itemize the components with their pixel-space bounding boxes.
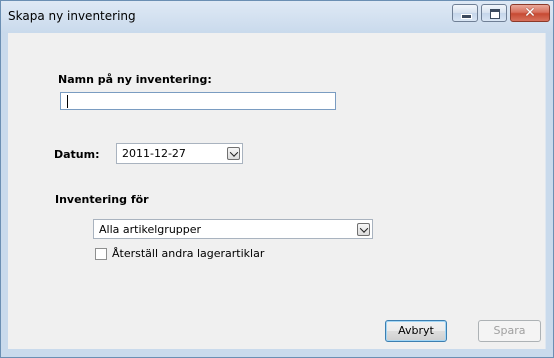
close-icon: ✕: [524, 5, 536, 21]
inventory-name-input[interactable]: [60, 92, 336, 110]
window-title: Skapa ny inventering: [8, 9, 136, 23]
minimize-icon: [461, 14, 472, 19]
reset-other-articles-checkbox[interactable]: [95, 248, 107, 260]
article-group-select[interactable]: Alla artikelgrupper: [93, 219, 373, 239]
window-frame-left: [1, 33, 8, 355]
date-value: 2011-12-27: [122, 147, 186, 160]
article-group-dropdown-button[interactable]: [357, 223, 370, 236]
window-frame-right: [546, 33, 553, 355]
chevron-down-icon: [229, 148, 239, 157]
window-frame-bottom: [1, 349, 553, 357]
save-button[interactable]: Spara: [478, 320, 541, 342]
dialog-window: Skapa ny inventering ✕ Namn på ny invent…: [0, 0, 554, 358]
date-label: Datum:: [54, 148, 100, 161]
title-bar[interactable]: Skapa ny inventering ✕: [1, 1, 553, 33]
dialog-content: Namn på ny inventering: Datum: 2011-12-2…: [8, 33, 546, 349]
date-picker[interactable]: 2011-12-27: [116, 143, 243, 164]
article-group-value: Alla artikelgrupper: [99, 223, 202, 236]
close-button[interactable]: ✕: [510, 4, 550, 22]
text-caret: [67, 95, 68, 108]
minimize-button[interactable]: [452, 4, 478, 22]
inventory-for-label: Inventering för: [55, 193, 149, 206]
cancel-button[interactable]: Avbryt: [385, 320, 447, 342]
chevron-down-icon: [359, 224, 369, 233]
name-label: Namn på ny inventering:: [58, 73, 212, 86]
maximize-button[interactable]: [481, 4, 507, 22]
date-dropdown-button[interactable]: [227, 147, 240, 160]
reset-other-articles-label[interactable]: Återställ andra lagerartiklar i (Alla ar…: [112, 247, 266, 260]
maximize-icon: [490, 9, 500, 19]
